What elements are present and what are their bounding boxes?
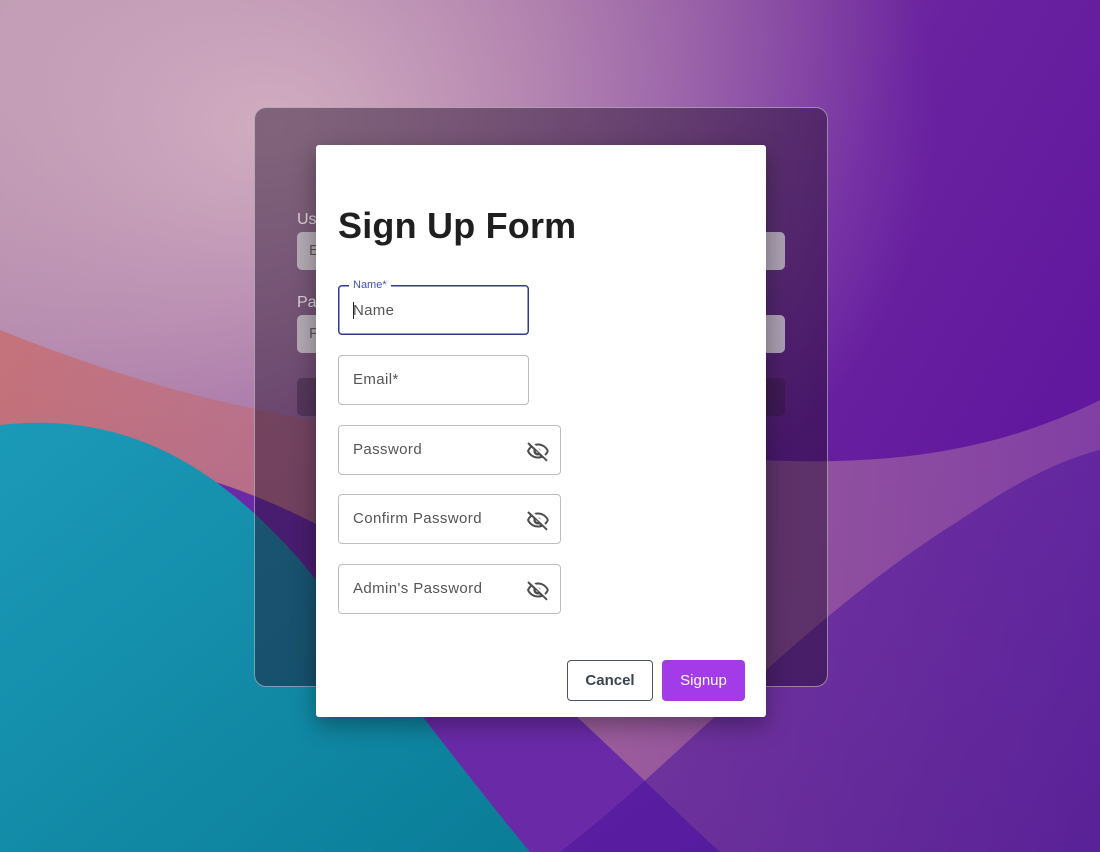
password-field-label: Password xyxy=(353,441,423,458)
signup-dialog: Sign Up Form Name* Email* Password Confi… xyxy=(316,145,766,717)
signup-button[interactable]: Signup xyxy=(662,660,745,701)
confirm-password-field-label: Confirm Password xyxy=(353,510,482,527)
password-field[interactable]: Password xyxy=(338,425,561,475)
name-field[interactable]: Name* xyxy=(338,278,529,335)
eye-off-icon[interactable] xyxy=(526,508,550,532)
admin-password-field[interactable]: Admin's Password xyxy=(338,564,561,614)
email-field-label: Email* xyxy=(353,371,399,388)
cancel-button[interactable]: Cancel xyxy=(567,660,653,701)
confirm-password-field[interactable]: Confirm Password xyxy=(338,494,561,544)
eye-off-icon[interactable] xyxy=(526,439,550,463)
background-username-label: Us xyxy=(297,211,317,228)
email-field[interactable]: Email* xyxy=(338,355,529,405)
admin-password-field-label: Admin's Password xyxy=(353,580,483,597)
name-input[interactable] xyxy=(353,286,503,334)
background-password-label: Pa xyxy=(297,294,317,311)
text-cursor xyxy=(353,302,354,319)
dialog-title: Sign Up Form xyxy=(338,205,577,246)
eye-off-icon[interactable] xyxy=(526,578,550,602)
